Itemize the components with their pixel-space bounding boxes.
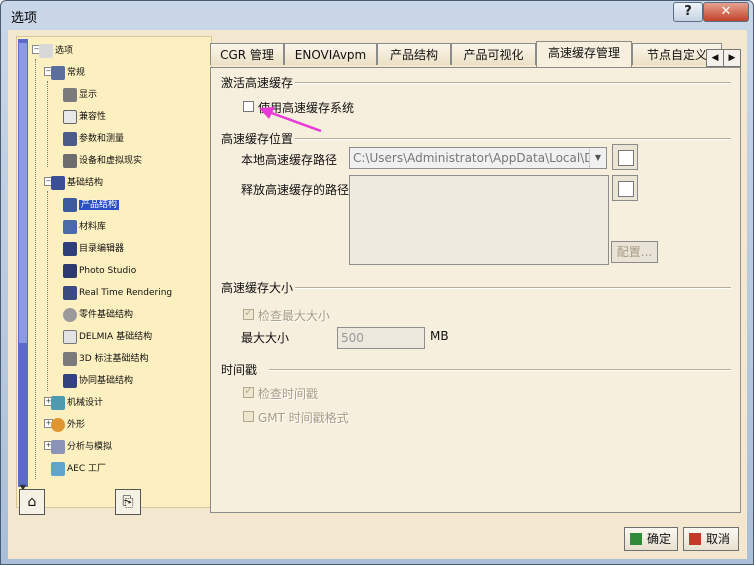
annotation-arrow-icon bbox=[259, 107, 322, 133]
options-dialog: 选项 ? ✕ ▼ − − − + + + 选项 常规 显示 兼容性 参数和测量 … bbox=[0, 0, 754, 565]
